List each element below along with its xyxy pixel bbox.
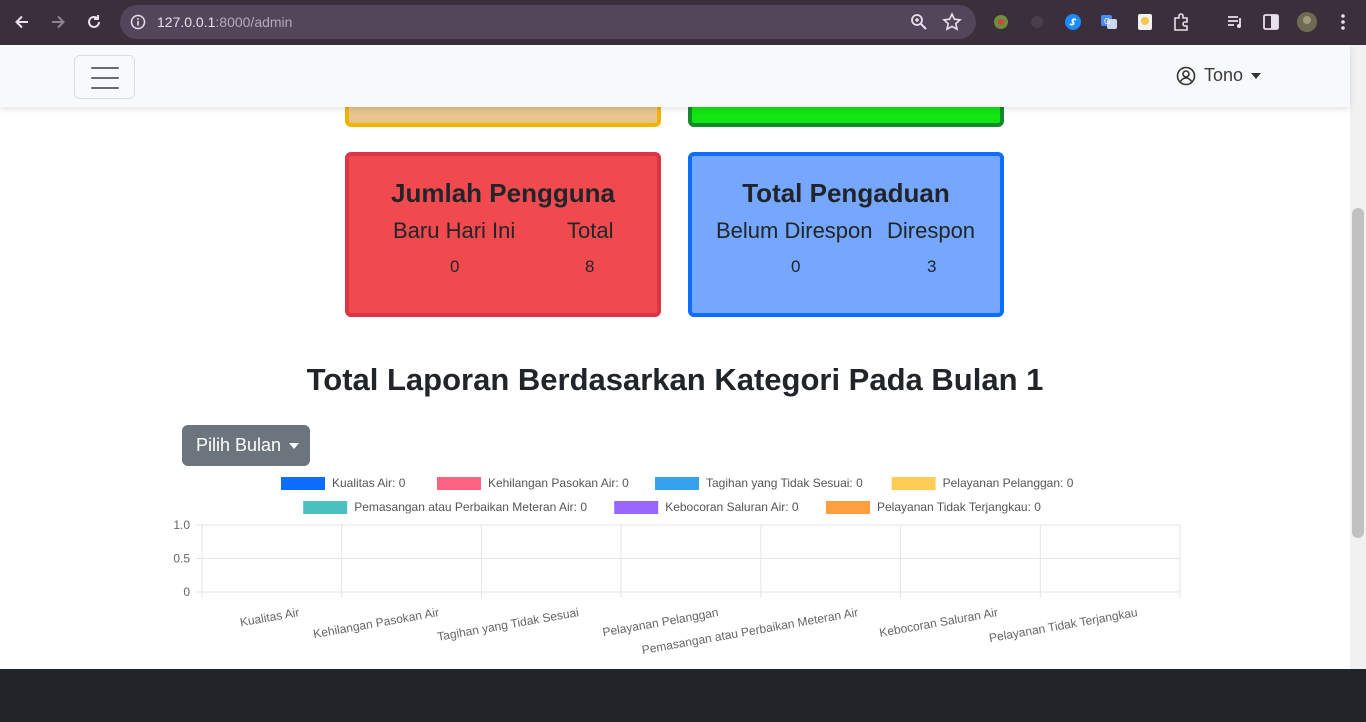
select-month-button[interactable]: Pilih Bulan — [182, 425, 310, 466]
x-tick-label: Kehilangan Pasokan Air — [312, 605, 440, 641]
y-tick-label: 0.5 — [173, 552, 190, 566]
y-tick-label: 1.0 — [173, 518, 190, 532]
user-circle-icon — [1176, 66, 1196, 86]
extensions-puzzle-icon[interactable] — [1170, 11, 1192, 33]
site-info-icon[interactable] — [130, 14, 146, 35]
extension-color-icon[interactable] — [990, 11, 1012, 33]
scrollbar-thumb[interactable] — [1352, 208, 1364, 538]
legend-swatch — [826, 501, 870, 514]
reload-icon[interactable] — [82, 10, 106, 34]
legend-swatch — [281, 477, 325, 490]
legend-item: Tagihan yang Tidak Sesuai: 0 — [655, 476, 863, 490]
x-tick-label: Pelayanan Tidak Terjangkau — [988, 605, 1139, 645]
card-label-right: Total — [567, 218, 614, 243]
legend-label: Pemasangan atau Perbaikan Meteran Air: 0 — [354, 500, 587, 514]
y-tick-label: 0 — [183, 585, 190, 599]
url-path: :8000/admin — [215, 14, 293, 30]
chevron-down-icon — [289, 442, 300, 449]
card-label-right: Direspon — [887, 218, 976, 243]
bookmark-star-icon[interactable] — [942, 12, 962, 37]
hamburger-icon — [91, 87, 119, 89]
navbar: Tono — [0, 45, 1350, 107]
extension-dim-icon[interactable] — [1026, 11, 1048, 33]
legend-label: Pelayanan Tidak Terjangkau: 0 — [877, 500, 1041, 514]
legend-swatch — [614, 501, 659, 514]
legend-swatch — [437, 477, 481, 490]
forward-arrow-icon[interactable] — [46, 10, 70, 34]
select-month-label: Pilih Bulan — [196, 435, 282, 455]
x-tick-label: Kualitas Air — [239, 605, 301, 629]
card-label-left: Belum Direspon — [716, 218, 873, 243]
back-arrow-icon[interactable] — [10, 10, 34, 34]
legend-item: Pemasangan atau Perbaikan Meteran Air: 0 — [303, 500, 587, 514]
user-dropdown[interactable]: Tono — [1176, 65, 1262, 86]
legend-label: Kualitas Air: 0 — [332, 476, 406, 490]
legend-swatch — [303, 501, 348, 514]
card-title: Jumlah Pengguna — [391, 178, 615, 208]
url-host: 127.0.0.1 — [157, 14, 216, 30]
profile-avatar-icon[interactable] — [1296, 11, 1318, 33]
hamburger-icon — [91, 77, 119, 79]
translate-icon[interactable]: G — [1098, 11, 1120, 33]
legend-label: Kebocoran Saluran Air: 0 — [665, 500, 799, 514]
url-text: 127.0.0.1:8000/admin — [157, 14, 292, 30]
card-value-right: 3 — [927, 257, 937, 276]
menu-toggle-button[interactable] — [74, 55, 135, 99]
users-card: Jumlah Pengguna Baru Hari Ini Total 0 8 — [345, 152, 661, 317]
legend-swatch — [891, 477, 936, 490]
page-footer — [0, 669, 1366, 722]
legend-label: Tagihan yang Tidak Sesuai: 0 — [706, 476, 863, 490]
reading-list-icon[interactable] — [1224, 11, 1246, 33]
extension-note-icon[interactable] — [1134, 11, 1156, 33]
zoom-icon[interactable] — [910, 13, 928, 36]
legend-item: Pelayanan Tidak Terjangkau: 0 — [826, 500, 1041, 514]
legend-label: Kehilangan Pasokan Air: 0 — [488, 476, 629, 490]
legend-item: Kehilangan Pasokan Air: 0 — [437, 476, 629, 490]
legend-label: Pelayanan Pelanggan: 0 — [943, 476, 1074, 490]
legend-item: Kebocoran Saluran Air: 0 — [614, 500, 799, 514]
user-name: Tono — [1204, 65, 1244, 85]
card-title: Total Pengaduan — [742, 178, 950, 208]
card-label-left: Baru Hari Ini — [393, 218, 516, 243]
legend-item: Kualitas Air: 0 — [281, 476, 406, 490]
chevron-down-icon — [1251, 72, 1262, 79]
hamburger-icon — [91, 67, 119, 69]
side-panel-icon[interactable] — [1260, 11, 1282, 33]
address-bar[interactable]: 127.0.0.1:8000/admin — [120, 5, 976, 39]
browser-menu-icon[interactable] — [1332, 11, 1354, 33]
card-value-left: 0 — [450, 257, 460, 276]
section-title: Total Laporan Berdasarkan Kategori Pada … — [306, 362, 1044, 397]
x-tick-label: Kebocoran Saluran Air — [878, 605, 999, 640]
legend-item: Pelayanan Pelanggan: 0 — [891, 476, 1074, 490]
card-value-left: 0 — [791, 257, 801, 276]
complaints-card: Total Pengaduan Belum Direspon Direspon … — [688, 152, 1004, 317]
browser-toolbar: 127.0.0.1:8000/admin G — [0, 0, 1366, 45]
category-bar-chart: Kualitas Air: 0 Kehilangan Pasokan Air: 0… — [173, 476, 1181, 657]
x-tick-label: Tagihan yang Tidak Sesuai — [436, 605, 580, 644]
svg-text:G: G — [1104, 17, 1110, 26]
shazam-icon[interactable] — [1062, 11, 1084, 33]
legend-swatch — [655, 477, 699, 490]
card-value-right: 8 — [585, 257, 595, 276]
